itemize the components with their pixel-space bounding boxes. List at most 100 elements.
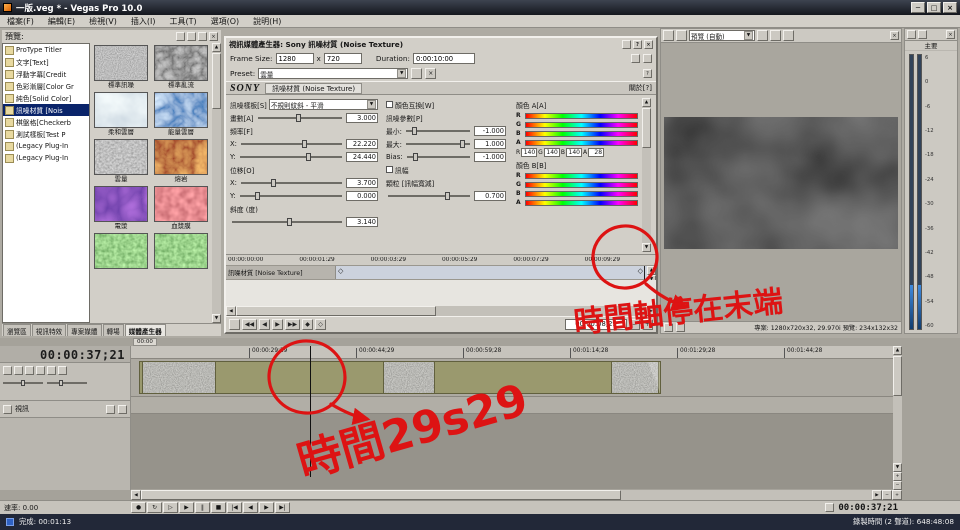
freq-x-slider[interactable] (241, 143, 342, 145)
status-icon[interactable] (664, 323, 673, 332)
freq-y-value[interactable]: 24.440 (346, 152, 378, 162)
play-button[interactable]: ▶ (179, 502, 194, 513)
panel-toolbar-icon[interactable] (176, 32, 185, 41)
keyframe-track-lane[interactable]: ◇ ◇ (336, 266, 647, 279)
dropdown-arrow-icon[interactable]: ▼ (367, 100, 376, 109)
timeline-hscrollbar[interactable]: ◀ ▶ − + (131, 490, 902, 500)
scroll-left-icon[interactable]: ◀ (131, 490, 141, 500)
preset-item[interactable]: 電漿 (92, 186, 150, 231)
preview-quality-dropdown[interactable]: 預覽 (自動) ▼ (689, 30, 755, 41)
offset-x-slider[interactable] (241, 182, 342, 184)
scroll-thumb[interactable] (141, 490, 621, 500)
menu-edit[interactable]: 編輯(E) (41, 16, 82, 27)
keyframe-cursor[interactable] (644, 266, 645, 280)
timeline-vscrollbar[interactable]: ▲ ▼ + − (893, 346, 902, 490)
tab-media-generators[interactable]: 媒體產生器 (125, 324, 166, 336)
panel-toolbar-icon[interactable] (187, 32, 196, 41)
panel-toolbar-icon[interactable] (198, 32, 207, 41)
freq-x-value[interactable]: 22.220 (346, 139, 378, 149)
loop-region-marker[interactable]: 00:00 (133, 338, 157, 346)
scroll-up-icon[interactable]: ▲ (212, 43, 221, 52)
grain-slider[interactable] (388, 195, 470, 197)
noise-style-dropdown[interactable]: 不規則紋斜 - 平滑 ▼ (269, 99, 378, 110)
preset-item[interactable]: 血漿膜 (152, 186, 210, 231)
video-track2-header[interactable]: 視訊 (0, 401, 130, 418)
time-ruler[interactable]: 00:00:29;29 00:00:44;29 00:00:59;28 00:0… (131, 346, 893, 359)
stop-button[interactable]: ■ (211, 502, 226, 513)
menu-view[interactable]: 檢視(V) (82, 16, 124, 27)
dropdown-arrow-icon[interactable]: ▼ (744, 31, 753, 40)
video-track2-lane[interactable] (131, 397, 893, 414)
color-a-alpha-value[interactable]: 28 (588, 148, 604, 157)
maximize-button[interactable]: □ (927, 2, 941, 13)
plugin-help-icon[interactable]: ? (643, 69, 652, 78)
first-keyframe-button[interactable]: ◀◀ (242, 319, 257, 330)
offset-y-slider[interactable] (240, 195, 342, 197)
color-a-b-value[interactable]: 140 (566, 148, 582, 157)
scroll-down-icon[interactable]: ▼ (212, 314, 221, 323)
tab-project-media[interactable]: 專案媒體 (67, 324, 101, 336)
track-motion-icon[interactable] (58, 366, 67, 375)
amplitude-checkbox[interactable] (386, 166, 393, 173)
dialog-expand-icon[interactable] (643, 54, 652, 63)
track-solo-icon[interactable] (36, 366, 45, 375)
track-mute-icon[interactable] (25, 366, 34, 375)
max-slider[interactable] (406, 143, 470, 145)
speaker-icon[interactable] (825, 503, 834, 512)
video-track-header[interactable] (0, 363, 130, 401)
dialog-title-bar[interactable]: 視訊媒體產生器: Sony 訊噪材質 (Noise Texture) ? × (226, 38, 656, 51)
external-monitor-icon[interactable] (676, 30, 687, 41)
track-automation-icon[interactable] (47, 366, 56, 375)
preset-item[interactable] (92, 233, 150, 278)
grain-value[interactable]: 0.700 (474, 191, 506, 201)
frame-width-input[interactable] (276, 53, 314, 64)
category-solid-color[interactable]: 純色[Solid Color] (3, 92, 89, 104)
params-scrollbar[interactable]: ▲ ▼ (642, 98, 651, 252)
color-b-b-gradient[interactable] (525, 191, 638, 197)
mixer-settings-icon[interactable] (907, 30, 916, 39)
preset-item[interactable]: 柔和雲層 (92, 92, 150, 137)
preset-dropdown[interactable]: 雲量 ▼ (258, 68, 408, 79)
dialog-help-icon[interactable]: ? (633, 40, 642, 49)
keyframe-diamond-end[interactable]: ◇ (638, 267, 643, 275)
generated-media-event[interactable] (139, 361, 661, 394)
dialog-close-icon[interactable]: × (644, 40, 653, 49)
snapshot-icon[interactable] (783, 30, 794, 41)
scroll-up-icon[interactable]: ▲ (647, 266, 656, 275)
keyframe-timecode[interactable]: 00:00:08;29 (565, 319, 627, 330)
status-icon[interactable] (676, 323, 685, 332)
last-keyframe-button[interactable]: ▶▶ (285, 319, 300, 330)
duration-input[interactable] (413, 53, 475, 64)
panel-close-icon[interactable]: × (946, 30, 955, 39)
color-b-g-gradient[interactable] (525, 182, 638, 188)
category-color-gradient[interactable]: 色彩漸層[Color Gr (3, 80, 89, 92)
minimize-button[interactable]: ─ (911, 2, 925, 13)
zoom-in-icon[interactable]: + (642, 319, 653, 330)
go-to-start-button[interactable]: |◀ (227, 502, 242, 513)
bias-slider[interactable] (407, 156, 470, 158)
cursor-time-display[interactable]: 00:00:37;21 (0, 346, 130, 363)
preset-item[interactable]: 雲量 (92, 139, 150, 184)
dialog-dock-icon[interactable] (631, 54, 640, 63)
offset-x-value[interactable]: 3.700 (346, 178, 378, 188)
keyframe-hscroll[interactable]: ◀ ▶ (226, 306, 656, 316)
close-button[interactable]: × (943, 2, 957, 13)
tab-explorer[interactable]: 瀏覽區 (3, 324, 31, 336)
project-properties-icon[interactable] (663, 30, 674, 41)
zoom-out-icon[interactable]: − (629, 319, 640, 330)
track-icon[interactable] (3, 405, 12, 414)
menu-tools[interactable]: 工具(T) (162, 16, 203, 27)
scroll-thumb[interactable] (642, 108, 651, 148)
scroll-down-icon[interactable]: ▼ (642, 243, 651, 252)
loop-playback-button[interactable]: ↻ (147, 502, 162, 513)
next-keyframe-button[interactable]: ▶ (272, 319, 283, 330)
preset-item[interactable] (152, 233, 210, 278)
go-to-end-button[interactable]: ▶| (275, 502, 290, 513)
about-link[interactable]: 關於[?] (629, 83, 652, 93)
color-b-a-gradient[interactable] (525, 200, 638, 206)
grid-icon[interactable] (770, 30, 781, 41)
pause-button[interactable]: ‖ (195, 502, 210, 513)
clip-fade-handle[interactable] (648, 362, 660, 393)
color-a-b-gradient[interactable] (525, 131, 638, 137)
menu-insert[interactable]: 插入(I) (124, 16, 163, 27)
